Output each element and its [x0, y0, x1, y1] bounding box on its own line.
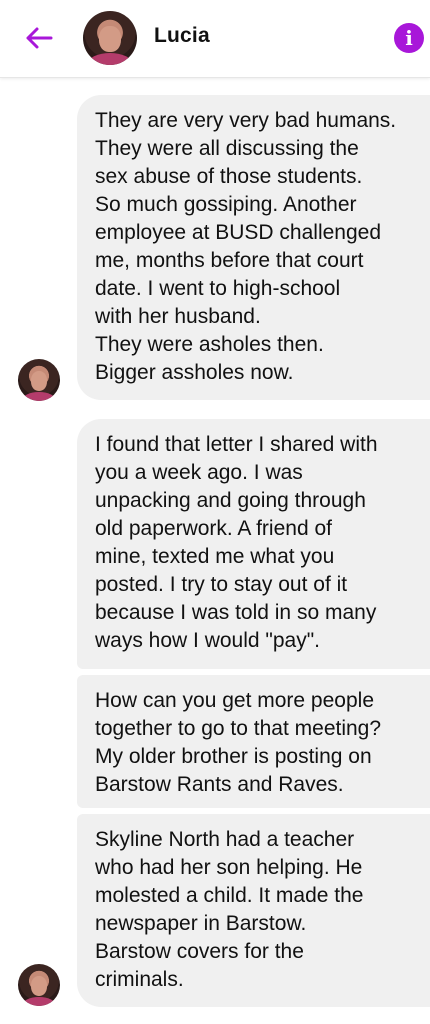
contact-avatar[interactable]	[83, 11, 137, 65]
sender-avatar	[18, 359, 60, 401]
arrow-left-icon	[26, 27, 53, 49]
message-bubble[interactable]: How can you get more people together to …	[77, 675, 430, 808]
chat-header: Lucia i	[0, 0, 430, 78]
message-bubble[interactable]: Skyline North had a teacher who had her …	[77, 814, 430, 1007]
info-icon: i	[405, 26, 413, 50]
back-button[interactable]	[22, 22, 56, 54]
sender-avatar	[18, 964, 60, 1006]
message-bubble[interactable]: They are very very bad humans. They were…	[77, 95, 430, 400]
contact-name[interactable]: Lucia	[154, 24, 210, 48]
message-bubble[interactable]: I found that letter I shared with you a …	[77, 419, 430, 669]
info-button[interactable]: i	[394, 23, 424, 53]
